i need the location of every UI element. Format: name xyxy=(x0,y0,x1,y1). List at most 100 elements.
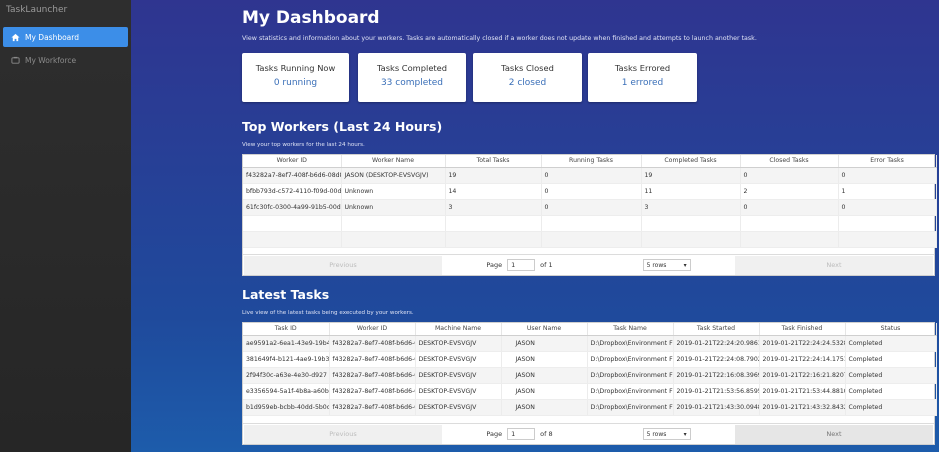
table-row[interactable]: bfbb793d-c572-4110-f09d-00d Unknown 14 0… xyxy=(243,183,937,200)
column-header-closed-tasks[interactable]: Closed Tasks xyxy=(740,155,839,168)
cell: DESKTOP-EVSVGJV xyxy=(415,383,502,400)
page-number-input[interactable]: 1 xyxy=(507,259,536,271)
cell: JASON xyxy=(501,351,588,368)
column-header-running-tasks[interactable]: Running Tasks xyxy=(541,155,642,168)
table-row[interactable]: 2f94f30c-a63e-4e30-d927 f43282a7-8ef7-40… xyxy=(243,367,937,384)
column-header-task-finished[interactable]: Task Finished xyxy=(759,323,846,336)
cell: Completed xyxy=(845,351,937,368)
empty-row xyxy=(243,231,937,248)
column-header-worker-name[interactable]: Worker Name xyxy=(341,155,446,168)
column-header-machine-name[interactable]: Machine Name xyxy=(415,323,502,336)
cell: D:\Dropbox\Environment F xyxy=(587,335,674,352)
app-brand: TaskLauncher xyxy=(6,5,68,15)
next-button[interactable]: Next xyxy=(735,424,933,444)
stat-card-closed: Tasks Closed 2 closed xyxy=(473,53,582,102)
table-row[interactable]: f43282a7-8ef7-408f-b6d6-08d8 JASON (DESK… xyxy=(243,167,937,184)
cell: 0 xyxy=(541,183,642,200)
stat-value: 1 errored xyxy=(621,78,664,88)
cell: 0 xyxy=(838,167,937,184)
cell: 2 xyxy=(740,183,839,200)
latest-tasks-title: Latest Tasks xyxy=(242,287,330,302)
page-count: of 8 xyxy=(540,430,553,438)
column-header-user-name[interactable]: User Name xyxy=(501,323,588,336)
column-header-error-tasks[interactable]: Error Tasks xyxy=(838,155,937,168)
cell: 2019-01-21T21:53:56.8595 xyxy=(673,383,760,400)
previous-button[interactable]: Previous xyxy=(244,255,442,275)
cell: f43282a7-8ef7-408f-b6d6-08d8 xyxy=(243,167,342,184)
top-workers-table: Worker ID Worker Name Total Tasks Runnin… xyxy=(242,154,937,276)
cell: 2019-01-21T21:43:30.0948 xyxy=(673,399,760,416)
cell: e3356594-5a1f-4b8a-a60b xyxy=(243,383,330,400)
column-header-total-tasks[interactable]: Total Tasks xyxy=(445,155,542,168)
latest-tasks-table: Task ID Worker ID Machine Name User Name… xyxy=(242,322,937,445)
cell: 1 xyxy=(838,183,937,200)
cell: 2019-01-21T22:24:08.7902 xyxy=(673,351,760,368)
page-count: of 1 xyxy=(540,261,553,269)
cell: 0 xyxy=(541,167,642,184)
cell: 0 xyxy=(838,199,937,216)
cell: DESKTOP-EVSVGJV xyxy=(415,351,502,368)
cell: Unknown xyxy=(341,199,446,216)
rows-per-page-select[interactable]: 5 rows ▾ xyxy=(642,259,691,271)
table-row[interactable]: ae9591a2-6ea1-43e9-19b4 f43282a7-8ef7-40… xyxy=(243,335,937,352)
cell: 14 xyxy=(445,183,542,200)
latest-tasks-description: Live view of the latest tasks being exec… xyxy=(242,310,414,316)
cell: 2019-01-21T22:16:08.3969 xyxy=(673,367,760,384)
sidebar-item-my-dashboard[interactable]: My Dashboard xyxy=(3,27,128,47)
page-label: Page xyxy=(486,430,503,438)
cell: JASON (DESKTOP-EVSVGJV) xyxy=(341,167,446,184)
previous-button[interactable]: Previous xyxy=(244,424,442,444)
column-header-status[interactable]: Status xyxy=(845,323,937,336)
cell: 61fc30fc-0300-4a99-91b5-00d xyxy=(243,199,342,216)
cell: ae9591a2-6ea1-43e9-19b4 xyxy=(243,335,330,352)
cell: DESKTOP-EVSVGJV xyxy=(415,399,502,416)
sidebar-item-my-workforce[interactable]: My Workforce xyxy=(3,50,128,70)
cell: Completed xyxy=(845,367,937,384)
stat-card-completed: Tasks Completed 33 completed xyxy=(358,53,466,102)
sidebar-item-label: My Dashboard xyxy=(25,32,79,42)
cell: f43282a7-8ef7-408f-b6d6-0 xyxy=(329,399,416,416)
column-header-worker-id[interactable]: Worker ID xyxy=(329,323,416,336)
stat-card-errored: Tasks Errored 1 errored xyxy=(588,53,697,102)
cell: f43282a7-8ef7-408f-b6d6-0 xyxy=(329,335,416,352)
cell: 3 xyxy=(445,199,542,216)
table-row[interactable]: e3356594-5a1f-4b8a-a60b f43282a7-8ef7-40… xyxy=(243,383,937,400)
stat-label: Tasks Errored xyxy=(614,63,671,73)
cell: D:\Dropbox\Environment F xyxy=(587,351,674,368)
page-number-input[interactable]: 1 xyxy=(507,428,536,440)
latest-tasks-pagination: Previous Page 1 of 8 5 rows ▾ Next xyxy=(243,423,934,444)
cell: D:\Dropbox\Environment F xyxy=(587,383,674,400)
cell: 0 xyxy=(740,167,839,184)
cell: 2019-01-21T22:24:24.5328 xyxy=(759,335,846,352)
cell: Unknown xyxy=(341,183,446,200)
cell: 2019-01-21T21:53:44.8810 xyxy=(759,383,846,400)
table-row[interactable]: 61fc30fc-0300-4a99-91b5-00d Unknown 3 0 … xyxy=(243,199,937,216)
rows-per-page-select[interactable]: 5 rows ▾ xyxy=(642,428,691,440)
column-header-task-started[interactable]: Task Started xyxy=(673,323,760,336)
column-header-task-name[interactable]: Task Name xyxy=(587,323,674,336)
table-row[interactable]: 381649f4-b121-4ae9-19b3 f43282a7-8ef7-40… xyxy=(243,351,937,368)
column-header-worker-id[interactable]: Worker ID xyxy=(243,155,342,168)
cell: f43282a7-8ef7-408f-b6d6-0 xyxy=(329,367,416,384)
cell: DESKTOP-EVSVGJV xyxy=(415,335,502,352)
cell: 19 xyxy=(641,167,741,184)
stat-value: 0 running xyxy=(273,78,318,88)
cell: Completed xyxy=(845,399,937,416)
main-content: My Dashboard View statistics and informa… xyxy=(131,0,939,452)
table-row[interactable]: b1d959eb-bcbb-40dd-5b0c f43282a7-8ef7-40… xyxy=(243,399,937,416)
sidebar-item-label: My Workforce xyxy=(25,55,77,65)
next-button[interactable]: Next xyxy=(735,255,933,275)
stat-card-running: Tasks Running Now 0 running xyxy=(242,53,349,102)
chevron-down-icon: ▾ xyxy=(683,430,687,438)
cell: JASON xyxy=(501,335,588,352)
cell: DESKTOP-EVSVGJV xyxy=(415,367,502,384)
chevron-down-icon: ▾ xyxy=(683,261,687,269)
cell: JASON xyxy=(501,383,588,400)
column-header-completed-tasks[interactable]: Completed Tasks xyxy=(641,155,741,168)
top-workers-pagination: Previous Page 1 of 1 5 rows ▾ Next xyxy=(243,254,934,275)
cell: 3 xyxy=(641,199,741,216)
cell: 2019-01-21T21:43:32.8432 xyxy=(759,399,846,416)
column-header-task-id[interactable]: Task ID xyxy=(243,323,330,336)
cell: 2019-01-21T22:24:20.9861 xyxy=(673,335,760,352)
cell: 381649f4-b121-4ae9-19b3 xyxy=(243,351,330,368)
